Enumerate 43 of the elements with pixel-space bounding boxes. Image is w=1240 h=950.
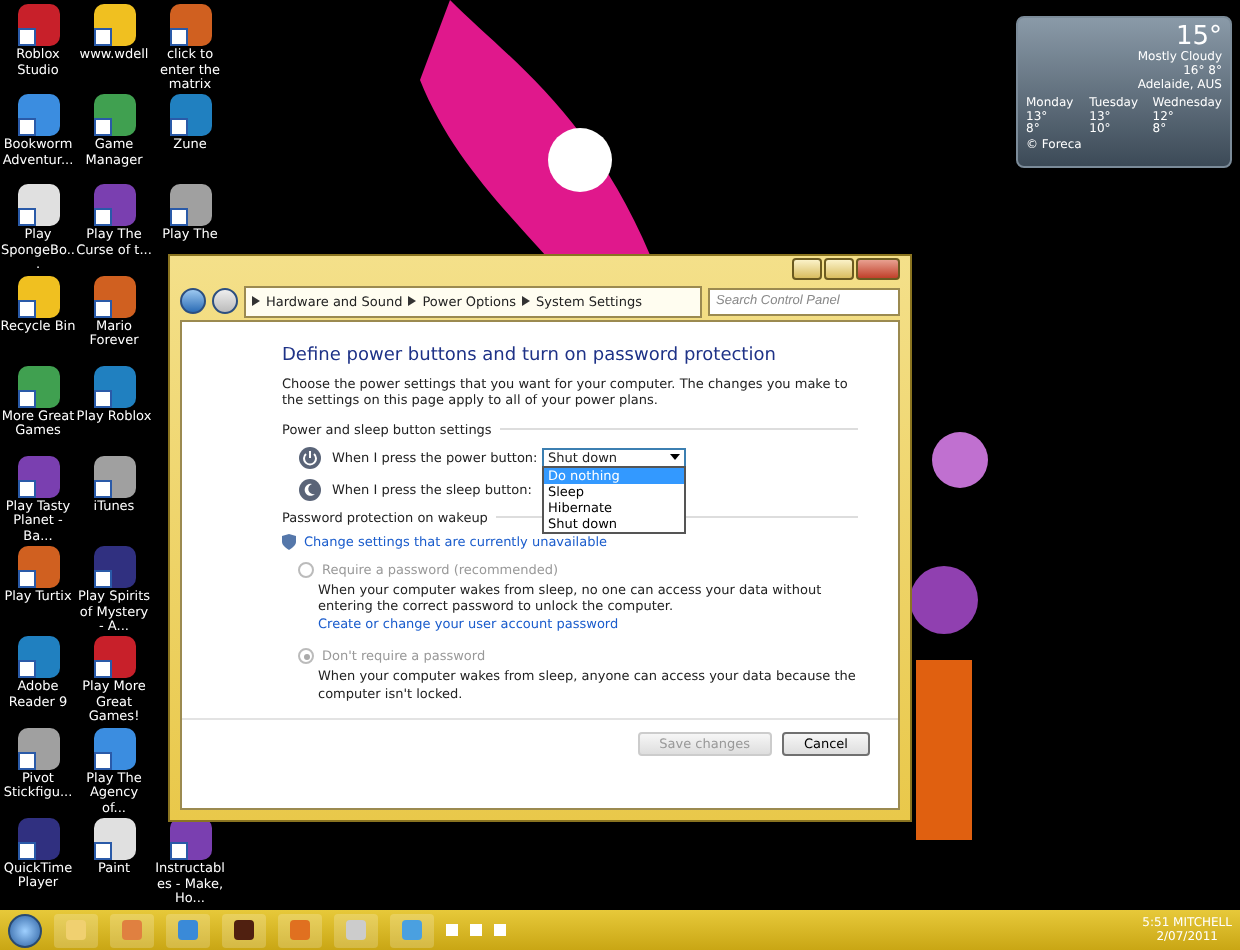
app-icon [93,365,135,408]
forward-button[interactable] [212,288,238,315]
chevron-icon [408,296,417,307]
maximize-button[interactable] [824,258,854,280]
temperature: 15° [1175,24,1222,50]
app-icon [93,94,135,137]
app-icon [17,275,59,318]
app-icon [169,818,211,861]
taskbar-app-icon[interactable] [222,913,266,947]
app-icon [93,817,135,860]
page-heading: Define power buttons and turn on password protection [282,345,778,365]
app-icon [93,546,135,589]
app-icon [93,455,135,498]
app-icon [17,455,59,498]
app-icon [17,365,59,408]
app-icon [93,4,135,46]
app-icon [169,184,211,227]
tray-icons[interactable] [446,922,506,938]
app-icon [17,636,59,679]
app-icon [169,4,211,46]
circle-shape [910,566,978,634]
minimize-button[interactable] [792,258,822,280]
app-icon [93,275,135,318]
chevron-icon [252,296,260,307]
chevron-icon [522,296,531,307]
app-icon [17,817,59,860]
shield-icon [282,533,296,549]
moon-icon [298,477,322,501]
app-icon [169,94,211,137]
app-icon [17,727,59,769]
app-icon [17,546,59,589]
app-icon [17,184,59,227]
app-icon [93,727,135,769]
app-icon [17,94,59,137]
circle-shape [932,432,988,488]
start-button[interactable] [8,913,42,947]
app-icon [93,184,135,227]
back-button[interactable] [180,288,206,315]
caret-icon [670,454,680,460]
power-icon [298,445,322,469]
close-button[interactable] [856,258,900,280]
app-icon [17,4,59,46]
app-icon [93,636,135,679]
